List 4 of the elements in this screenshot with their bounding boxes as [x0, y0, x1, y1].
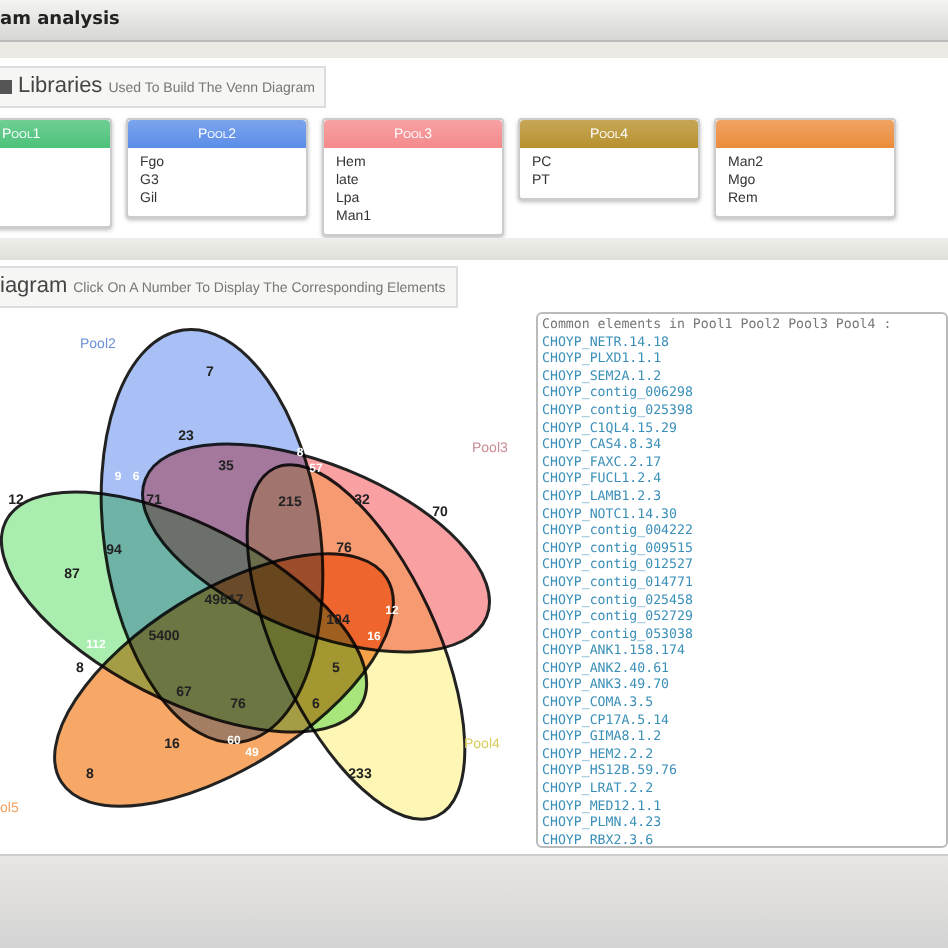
heading-title: Libraries — [18, 74, 103, 98]
square-icon — [0, 79, 12, 93]
window-title: am analysis — [0, 10, 120, 30]
heading-title: iagram — [0, 274, 68, 298]
